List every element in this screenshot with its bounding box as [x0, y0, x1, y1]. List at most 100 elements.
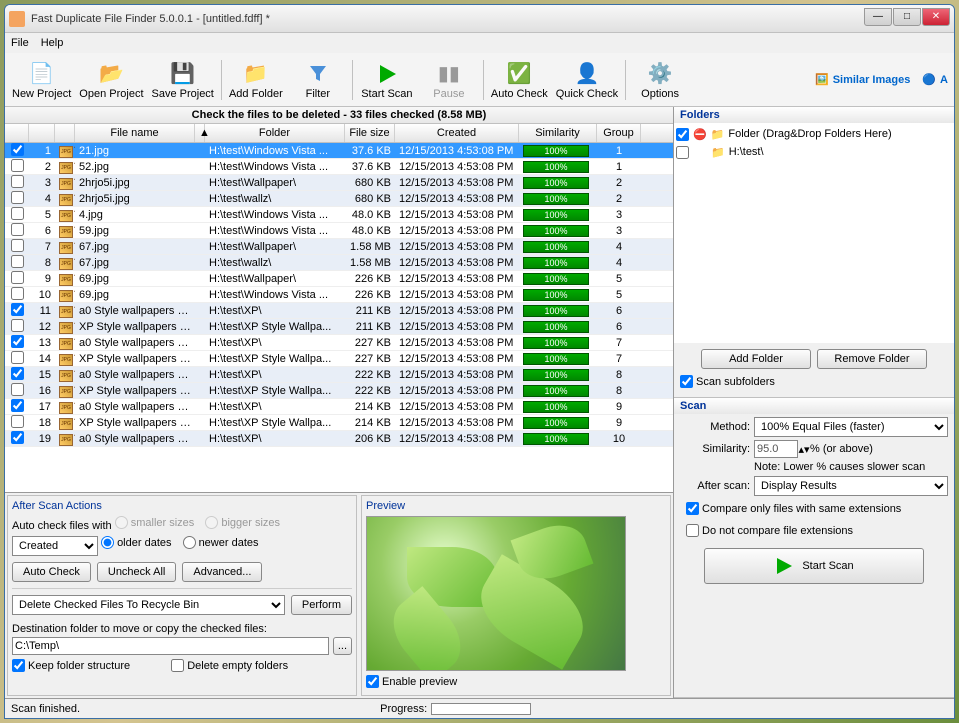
- folder-placeholder-row[interactable]: ⛔ 📁 Folder (Drag&Drop Folders Here): [676, 125, 952, 143]
- table-row[interactable]: 16JPGXP Style wallpapers by AhrH:\test\X…: [5, 383, 673, 399]
- minimize-button[interactable]: —: [864, 8, 892, 26]
- enable-preview-check[interactable]: [366, 675, 379, 688]
- advanced-btn[interactable]: Advanced...: [182, 562, 262, 582]
- folder-check[interactable]: [676, 128, 689, 141]
- table-row[interactable]: 17JPGa0 Style wallpapers by AhrH:\test\X…: [5, 399, 673, 415]
- row-check[interactable]: [11, 271, 24, 284]
- method-select[interactable]: 100% Equal Files (faster): [754, 417, 948, 437]
- row-check[interactable]: [11, 191, 24, 204]
- col-created[interactable]: Created: [395, 124, 519, 142]
- row-check[interactable]: [11, 223, 24, 236]
- criteria-select[interactable]: Created: [12, 536, 98, 556]
- delete-action-select[interactable]: Delete Checked Files To Recycle Bin: [12, 595, 285, 615]
- folder-list[interactable]: ⛔ 📁 Folder (Drag&Drop Folders Here) 📁 H:…: [674, 123, 954, 343]
- col-size[interactable]: File size: [345, 124, 395, 142]
- row-check[interactable]: [11, 319, 24, 332]
- col-similarity[interactable]: Similarity: [519, 124, 597, 142]
- options-button[interactable]: ⚙️Options: [632, 55, 688, 105]
- quick-check-button[interactable]: 👤Quick Check: [555, 55, 619, 105]
- scan-sub-check[interactable]: [680, 375, 693, 388]
- row-check[interactable]: [11, 239, 24, 252]
- row-group: 2: [597, 193, 641, 205]
- col-checkbox[interactable]: [5, 124, 29, 142]
- menu-file[interactable]: File: [11, 37, 29, 49]
- smaller-radio[interactable]: [115, 516, 128, 529]
- uncheck-all-btn[interactable]: Uncheck All: [97, 562, 176, 582]
- maximize-button[interactable]: □: [893, 8, 921, 26]
- row-check[interactable]: [11, 399, 24, 412]
- audio-link[interactable]: 🔵A: [922, 73, 948, 86]
- pause-button[interactable]: ▮▮Pause: [421, 55, 477, 105]
- row-check[interactable]: [11, 415, 24, 428]
- row-check[interactable]: [11, 175, 24, 188]
- row-check[interactable]: [11, 351, 24, 364]
- row-check[interactable]: [11, 287, 24, 300]
- table-row[interactable]: 19JPGa0 Style wallpapers by AhrH:\test\X…: [5, 431, 673, 447]
- newer-radio[interactable]: [183, 536, 196, 549]
- row-group: 4: [597, 241, 641, 253]
- add-folder-btn[interactable]: Add Folder: [701, 349, 811, 369]
- dest-input[interactable]: [12, 637, 329, 655]
- same-ext-check[interactable]: [686, 502, 699, 515]
- row-check[interactable]: [11, 143, 24, 156]
- col-number[interactable]: [29, 124, 55, 142]
- row-size: 222 KB: [345, 369, 395, 381]
- table-row[interactable]: 15JPGa0 Style wallpapers by AhrH:\test\X…: [5, 367, 673, 383]
- filter-button[interactable]: Filter: [290, 55, 346, 105]
- row-check[interactable]: [11, 335, 24, 348]
- auto-check-button[interactable]: ✅Auto Check: [490, 55, 549, 105]
- table-row[interactable]: 4JPG2hrjo5i.jpgH:\test\wallz\680 KB12/15…: [5, 191, 673, 207]
- table-row[interactable]: 2JPG52.jpgH:\test\Windows Vista ...37.6 …: [5, 159, 673, 175]
- remove-folder-btn[interactable]: Remove Folder: [817, 349, 927, 369]
- perform-btn[interactable]: Perform: [291, 595, 352, 615]
- remove-icon[interactable]: ⛔: [693, 128, 707, 141]
- row-check[interactable]: [11, 255, 24, 268]
- row-check[interactable]: [11, 431, 24, 444]
- table-row[interactable]: 8JPG67.jpgH:\test\wallz\1.58 MB12/15/201…: [5, 255, 673, 271]
- add-folder-button[interactable]: 📁Add Folder: [228, 55, 284, 105]
- row-group: 1: [597, 161, 641, 173]
- results-grid[interactable]: File name ▲ Folder File size Created Sim…: [5, 124, 673, 492]
- table-row[interactable]: 7JPG67.jpgH:\test\Wallpaper\1.58 MB12/15…: [5, 239, 673, 255]
- spinner-icon[interactable]: ▴▾: [798, 443, 810, 456]
- table-row[interactable]: 3JPG2hrjo5i.jpgH:\test\Wallpaper\680 KB1…: [5, 175, 673, 191]
- open-project-button[interactable]: 📂Open Project: [78, 55, 144, 105]
- table-row[interactable]: 9JPG69.jpgH:\test\Wallpaper\226 KB12/15/…: [5, 271, 673, 287]
- delete-empty-check[interactable]: [171, 659, 184, 672]
- row-check[interactable]: [11, 303, 24, 316]
- row-check[interactable]: [11, 207, 24, 220]
- table-row[interactable]: 13JPGa0 Style wallpapers by AhrH:\test\X…: [5, 335, 673, 351]
- folder-row[interactable]: 📁 H:\test\: [676, 143, 952, 161]
- no-ext-check[interactable]: [686, 524, 699, 537]
- older-radio[interactable]: [101, 536, 114, 549]
- table-row[interactable]: 18JPGXP Style wallpapers by AhrH:\test\X…: [5, 415, 673, 431]
- col-folder[interactable]: Folder: [205, 124, 345, 142]
- col-filename[interactable]: File name: [75, 124, 195, 142]
- table-row[interactable]: 14JPGXP Style wallpapers by AhrH:\test\X…: [5, 351, 673, 367]
- table-row[interactable]: 6JPG59.jpgH:\test\Windows Vista ...48.0 …: [5, 223, 673, 239]
- col-group[interactable]: Group: [597, 124, 641, 142]
- bigger-radio[interactable]: [205, 516, 218, 529]
- browse-dest-btn[interactable]: ...: [333, 637, 352, 655]
- row-check[interactable]: [11, 159, 24, 172]
- new-project-button[interactable]: 📄New Project: [11, 55, 72, 105]
- save-project-button[interactable]: 💾Save Project: [151, 55, 215, 105]
- row-check[interactable]: [11, 383, 24, 396]
- auto-check-btn[interactable]: Auto Check: [12, 562, 91, 582]
- table-row[interactable]: 11JPGa0 Style wallpapers by AhrH:\test\X…: [5, 303, 673, 319]
- folder-check[interactable]: [676, 146, 689, 159]
- close-button[interactable]: ✕: [922, 8, 950, 26]
- col-icon[interactable]: [55, 124, 75, 142]
- table-row[interactable]: 5JPG4.jpgH:\test\Windows Vista ...48.0 K…: [5, 207, 673, 223]
- table-row[interactable]: 12JPGXP Style wallpapers by AhrH:\test\X…: [5, 319, 673, 335]
- similarity-input[interactable]: [754, 440, 798, 458]
- after-scan-select[interactable]: Display Results: [754, 476, 948, 496]
- table-row[interactable]: 1JPG21.jpgH:\test\Windows Vista ...37.6 …: [5, 143, 673, 159]
- similar-images-link[interactable]: 🖼️Similar Images: [815, 73, 910, 86]
- row-check[interactable]: [11, 367, 24, 380]
- big-start-scan-btn[interactable]: Start Scan: [704, 548, 924, 584]
- start-scan-button[interactable]: Start Scan: [359, 55, 415, 105]
- menu-help[interactable]: Help: [41, 37, 64, 49]
- table-row[interactable]: 10JPG69.jpgH:\test\Windows Vista ...226 …: [5, 287, 673, 303]
- keep-structure-check[interactable]: [12, 659, 25, 672]
